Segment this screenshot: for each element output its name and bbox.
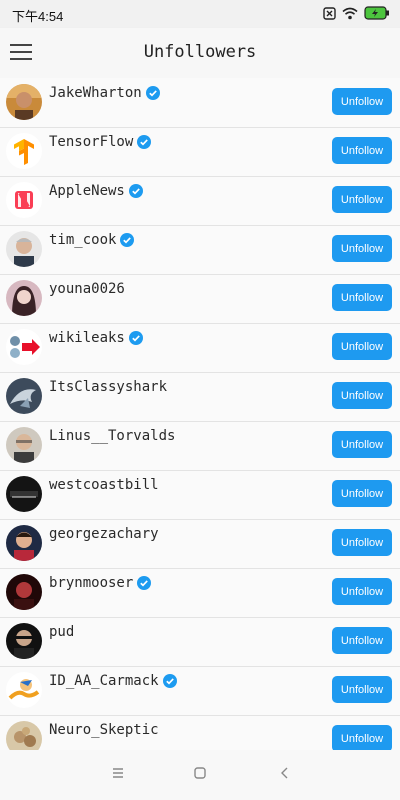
username: tim_cook <box>49 232 117 248</box>
username: wikileaks <box>49 330 125 346</box>
avatar[interactable] <box>6 84 42 120</box>
unfollow-button[interactable]: Unfollow <box>332 725 392 750</box>
username: georgezachary <box>49 526 159 542</box>
username: Linus__Torvalds <box>49 428 176 444</box>
unfollow-button[interactable]: Unfollow <box>332 137 392 164</box>
username: brynmooser <box>49 575 134 591</box>
list-item: youna0026 Unfollow <box>0 274 400 324</box>
unfollow-button[interactable]: Unfollow <box>332 529 392 556</box>
verified-badge-icon <box>128 184 143 198</box>
unfollowers-list[interactable]: JakeWharton Unfollow TensorFlow Unfollow… <box>0 78 400 750</box>
username: pud <box>49 624 75 640</box>
page-title: Unfollowers <box>143 42 257 62</box>
unfollow-button[interactable]: Unfollow <box>332 480 392 507</box>
avatar[interactable] <box>6 525 42 561</box>
list-item: tim_cook Unfollow <box>0 225 400 275</box>
status-icons <box>323 6 390 20</box>
unfollow-button[interactable]: Unfollow <box>332 382 392 409</box>
list-item: AppleNews Unfollow <box>0 176 400 226</box>
sim-absent-icon <box>323 6 336 20</box>
list-item: Linus__Torvalds Unfollow <box>0 421 400 471</box>
avatar[interactable] <box>6 623 42 659</box>
avatar[interactable] <box>6 182 42 218</box>
avatar[interactable] <box>6 133 42 169</box>
unfollow-button[interactable]: Unfollow <box>332 235 392 262</box>
recent-apps-icon[interactable] <box>112 767 124 779</box>
avatar[interactable] <box>6 329 42 365</box>
unfollow-button[interactable]: Unfollow <box>332 431 392 458</box>
avatar[interactable] <box>6 721 42 750</box>
username: JakeWharton <box>49 85 142 101</box>
list-item: ID_AA_Carmack Unfollow <box>0 666 400 716</box>
unfollow-button[interactable]: Unfollow <box>332 88 392 115</box>
list-item: georgezachary Unfollow <box>0 519 400 569</box>
username: TensorFlow <box>49 134 134 150</box>
username: AppleNews <box>49 183 125 199</box>
status-time: 下午4:54 <box>12 9 64 24</box>
avatar[interactable] <box>6 231 42 267</box>
avatar[interactable] <box>6 280 42 316</box>
username: ID_AA_Carmack <box>49 673 159 689</box>
verified-badge-icon <box>162 674 177 688</box>
avatar[interactable] <box>6 378 42 414</box>
verified-badge-icon <box>137 576 152 590</box>
username: westcoastbill <box>49 477 159 493</box>
unfollow-button[interactable]: Unfollow <box>332 676 392 703</box>
back-icon[interactable] <box>280 767 290 779</box>
avatar[interactable] <box>6 574 42 610</box>
unfollow-button[interactable]: Unfollow <box>332 627 392 654</box>
avatar[interactable] <box>6 427 42 463</box>
verified-badge-icon <box>145 86 160 100</box>
verified-badge-icon <box>128 331 143 345</box>
unfollow-button[interactable]: Unfollow <box>332 284 392 311</box>
list-item: pud Unfollow <box>0 617 400 667</box>
username: Neuro_Skeptic <box>49 722 159 738</box>
verified-badge-icon <box>137 135 152 149</box>
avatar[interactable] <box>6 476 42 512</box>
list-item: TensorFlow Unfollow <box>0 127 400 177</box>
username: youna0026 <box>49 281 125 297</box>
system-navigation-bar <box>0 750 400 800</box>
list-item: westcoastbill Unfollow <box>0 470 400 520</box>
list-item: wikileaks Unfollow <box>0 323 400 373</box>
list-item: ItsClassyshark Unfollow <box>0 372 400 422</box>
home-icon[interactable] <box>194 767 206 779</box>
verified-badge-icon <box>120 233 135 247</box>
unfollow-button[interactable]: Unfollow <box>332 578 392 605</box>
unfollow-button[interactable]: Unfollow <box>332 186 392 213</box>
status-bar: 下午4:54 <box>0 0 400 28</box>
battery-charging-icon <box>364 6 389 20</box>
username: ItsClassyshark <box>49 379 168 395</box>
app-bar: Unfollowers <box>0 28 400 78</box>
list-item: Neuro_Skeptic Unfollow <box>0 715 400 750</box>
list-item: brynmooser Unfollow <box>0 568 400 618</box>
unfollow-button[interactable]: Unfollow <box>332 333 392 360</box>
wifi-icon <box>342 7 358 19</box>
list-item: JakeWharton Unfollow <box>0 78 400 128</box>
avatar[interactable] <box>6 672 42 708</box>
